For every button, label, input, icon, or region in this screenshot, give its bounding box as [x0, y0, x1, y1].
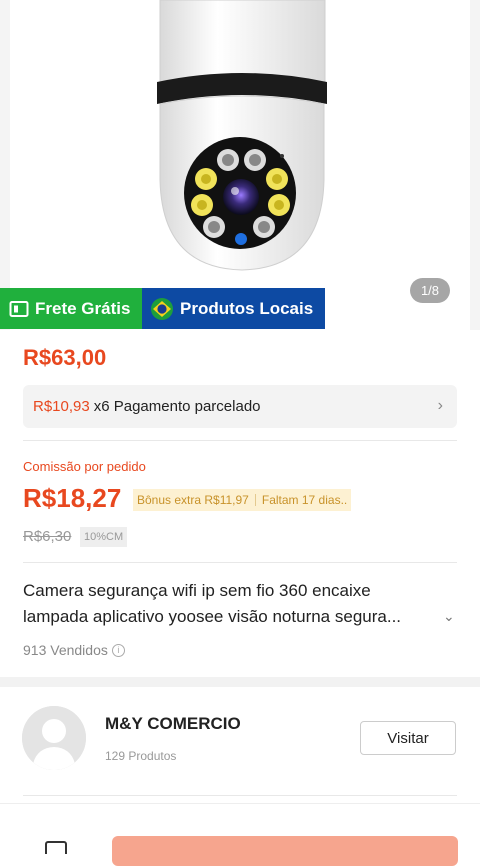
store-icon[interactable]: [45, 840, 69, 854]
image-page-indicator: 1/8: [410, 278, 450, 303]
store-product-count: 129 Produtos: [105, 749, 177, 763]
section-gap: [0, 677, 480, 687]
product-title[interactable]: Camera segurança wifi ip sem fio 360 enc…: [23, 578, 438, 630]
installment-row[interactable]: R$10,93 x6 Pagamento parcelado ›: [23, 385, 457, 428]
local-products-badge: Produtos Locais: [142, 288, 325, 329]
bonus-badge: Bônus extra R$11,97 Faltam 17 dias..: [133, 489, 352, 511]
bonus-deadline: Faltam 17 dias..: [261, 493, 348, 507]
commission-percent-badge: 10%CM: [80, 527, 128, 547]
product-image: [0, 0, 480, 330]
commission-value: R$18,27: [23, 483, 122, 513]
brazil-flag-icon: [151, 297, 173, 320]
chevron-down-icon[interactable]: ⌄: [443, 608, 455, 625]
sold-count-text: 913 Vendidos: [23, 642, 108, 658]
buy-button[interactable]: [112, 836, 458, 866]
bonus-text: Bônus extra R$11,97: [137, 493, 249, 507]
store-avatar[interactable]: [22, 706, 86, 770]
free-shipping-label: Frete Grátis: [35, 298, 131, 318]
info-icon[interactable]: i: [111, 643, 125, 657]
free-shipping-badge: Frete Grátis: [0, 288, 142, 329]
commission-label: Comissão por pedido: [23, 459, 146, 474]
installment-amount: R$10,93: [33, 398, 90, 415]
sold-count: 913 Vendidos i: [23, 642, 125, 658]
bonus-separator: [254, 494, 256, 506]
chevron-right-icon: ›: [437, 397, 443, 414]
user-placeholder-icon: [22, 706, 86, 770]
divider: [23, 562, 457, 563]
local-products-label: Produtos Locais: [180, 298, 314, 318]
product-image-gallery[interactable]: [0, 0, 480, 330]
divider: [23, 795, 457, 796]
truck-icon: [9, 300, 29, 317]
store-name[interactable]: M&Y COMERCIO: [105, 714, 241, 734]
visit-store-button[interactable]: Visitar: [360, 721, 456, 755]
old-commission-value: R$6,30: [23, 528, 72, 545]
installment-text: x6 Pagamento parcelado: [93, 398, 261, 415]
product-price: R$63,00: [23, 345, 107, 370]
divider: [23, 440, 457, 441]
